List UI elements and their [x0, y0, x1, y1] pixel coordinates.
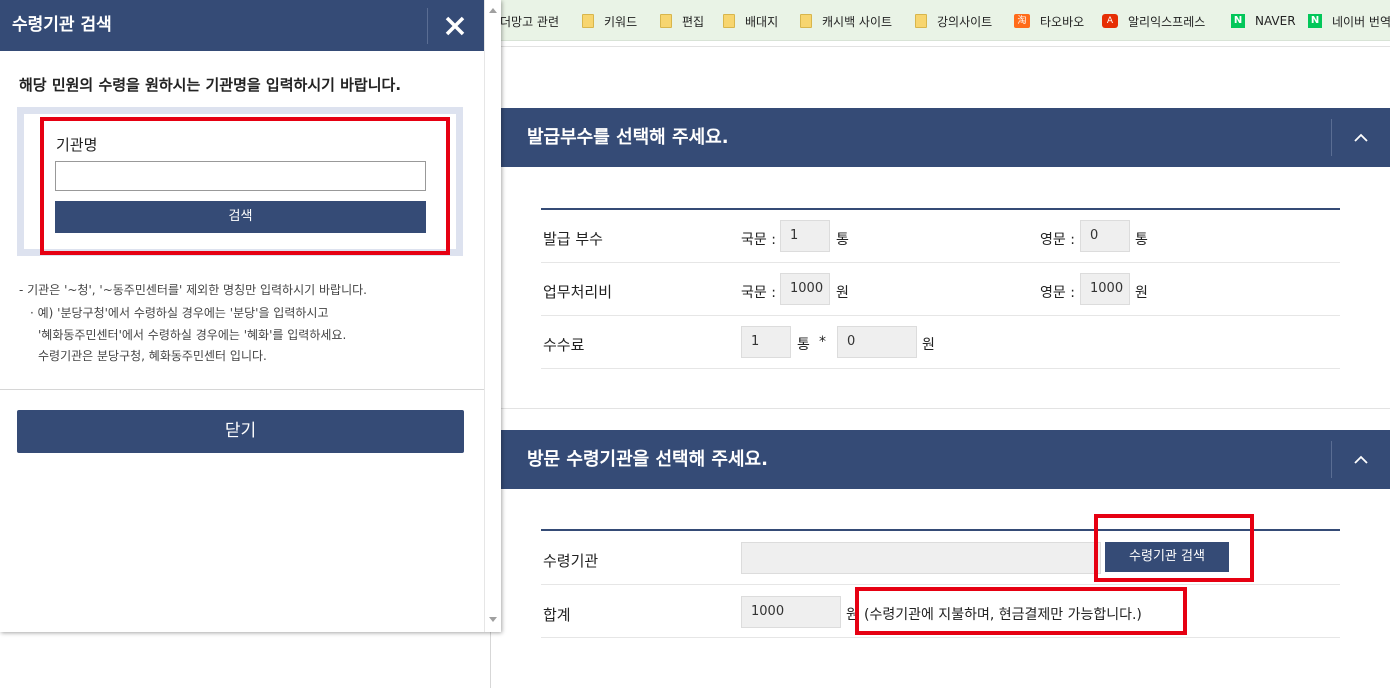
eng-fee-field: 1000 [1080, 273, 1130, 305]
row-divider [541, 584, 1340, 585]
divider [500, 46, 1390, 47]
taobao-icon: 淘 [1014, 14, 1030, 28]
highlight-box [40, 117, 450, 255]
eng-count-field[interactable]: 0 [1080, 220, 1130, 252]
unit-label: 원 [1135, 285, 1148, 301]
row-divider [541, 262, 1340, 263]
folder-icon [660, 14, 672, 28]
folder-icon [800, 14, 812, 28]
bookmark-label: NAVER [1255, 14, 1296, 28]
divider [1331, 441, 1332, 478]
folder-icon [723, 14, 735, 28]
bookmark-item[interactable]: 키워드 [582, 13, 637, 29]
note-line: 수령기관은 분당구청, 혜화동주민센터 입니다. [38, 349, 267, 363]
unit-label: 통 [1135, 232, 1148, 248]
close-button[interactable]: 닫기 [17, 410, 464, 453]
bookmark-label: 강의사이트 [937, 14, 993, 29]
total-label: 합계 [543, 606, 571, 624]
popup-header: 수령기관 검색 [0, 0, 484, 51]
naver-icon: N [1308, 14, 1322, 28]
total-field: 1000 [741, 596, 841, 628]
bookmark-item[interactable]: 강의사이트 [915, 13, 992, 29]
bookmark-item[interactable]: N NAVER [1231, 13, 1296, 29]
section-divider [500, 408, 1390, 409]
unit-label: 통 [797, 337, 810, 353]
receive-section-header[interactable]: 방문 수령기관을 선택해 주세요. [500, 430, 1390, 489]
naver-icon: N [1231, 14, 1245, 28]
bookmark-item[interactable]: 더망고 관련 [500, 13, 559, 29]
eng-label: 영문 : [1040, 285, 1075, 301]
divider [427, 8, 428, 44]
agency-field [741, 542, 1101, 574]
folder-icon [582, 14, 594, 28]
popup-title: 수령기관 검색 [12, 15, 112, 35]
bookmark-item[interactable]: 편집 [660, 13, 704, 29]
bookmark-label: 더망고 관련 [500, 14, 560, 29]
scroll-up-icon[interactable] [489, 8, 497, 13]
copies-section-header[interactable]: 발급부수를 선택해 주세요. [500, 108, 1390, 167]
aliexpress-icon: A [1102, 14, 1118, 28]
agency-label: 수령기관 [543, 552, 599, 570]
issue-count-label: 발급 부수 [543, 230, 603, 248]
bookmark-item[interactable]: 배대지 [723, 13, 778, 29]
highlight-box [1094, 514, 1254, 582]
note-line: - 기관은 '~청', '~동주민센터를' 제외한 명칭만 입력하시기 바랍니다… [19, 283, 367, 297]
popup-scrollbar[interactable] [484, 0, 501, 632]
folder-icon [915, 14, 927, 28]
row-divider [541, 637, 1340, 638]
processing-fee-label: 업무처리비 [543, 283, 613, 301]
unit-label: 통 [836, 232, 849, 248]
divider [1331, 119, 1332, 156]
bookmark-item[interactable]: 淘 타오바오 [1014, 13, 1084, 29]
row-divider [541, 368, 1340, 369]
bookmark-label: 타오바오 [1040, 14, 1085, 29]
multiply-sign: * [819, 334, 826, 350]
commission-count-field: 1 [741, 326, 791, 358]
bookmark-item[interactable]: A 알리익스프레스 [1102, 13, 1205, 29]
popup-guide-text: 해당 민원의 수령을 원하시는 기관명을 입력하시기 바랍니다. [19, 76, 402, 94]
note-line: '혜화동주민센터'에서 수령하실 경우에는 '혜화'를 입력하세요. [38, 328, 347, 342]
section-title: 발급부수를 선택해 주세요. [527, 127, 729, 148]
divider [0, 389, 484, 390]
bookmark-label: 키워드 [604, 14, 638, 29]
section-title: 방문 수령기관을 선택해 주세요. [527, 449, 768, 470]
table-top-border [541, 208, 1340, 210]
bookmark-item[interactable]: N 네이버 번역 [1308, 13, 1390, 29]
bookmark-label: 편집 [682, 14, 705, 29]
highlight-box [855, 587, 1187, 635]
unit-label: 원 [922, 337, 935, 353]
kor-count-field[interactable]: 1 [780, 220, 830, 252]
eng-label: 영문 : [1040, 232, 1075, 248]
kor-fee-field: 1000 [780, 273, 830, 305]
close-icon[interactable] [442, 13, 468, 39]
bookmark-bar: 더망고 관련 키워드 편집 배대지 캐시백 사이트 강의사이트 淘 타오바오 A알… [490, 0, 1390, 41]
chevron-up-icon[interactable] [1352, 451, 1370, 469]
chevron-up-icon[interactable] [1352, 129, 1370, 147]
unit-label: 원 [836, 285, 849, 301]
bookmark-label: 캐시백 사이트 [822, 14, 893, 29]
kor-label: 국문 : [741, 232, 776, 248]
bookmark-item[interactable]: 캐시백 사이트 [800, 13, 892, 29]
kor-label: 국문 : [741, 285, 776, 301]
commission-fee-field: 0 [837, 326, 917, 358]
commission-label: 수수료 [543, 336, 585, 354]
bookmark-label: 네이버 번역 [1332, 14, 1390, 29]
bookmark-label: 배대지 [745, 14, 779, 29]
scroll-down-icon[interactable] [489, 617, 497, 622]
row-divider [541, 315, 1340, 316]
agency-search-popup: 수령기관 검색 해당 민원의 수령을 원하시는 기관명을 입력하시기 바랍니다.… [0, 0, 501, 632]
bookmark-label: 알리익스프레스 [1128, 14, 1206, 29]
note-line: · 예) '분당구청'에서 수령하실 경우에는 '분당'을 입력하시고 [30, 306, 329, 320]
